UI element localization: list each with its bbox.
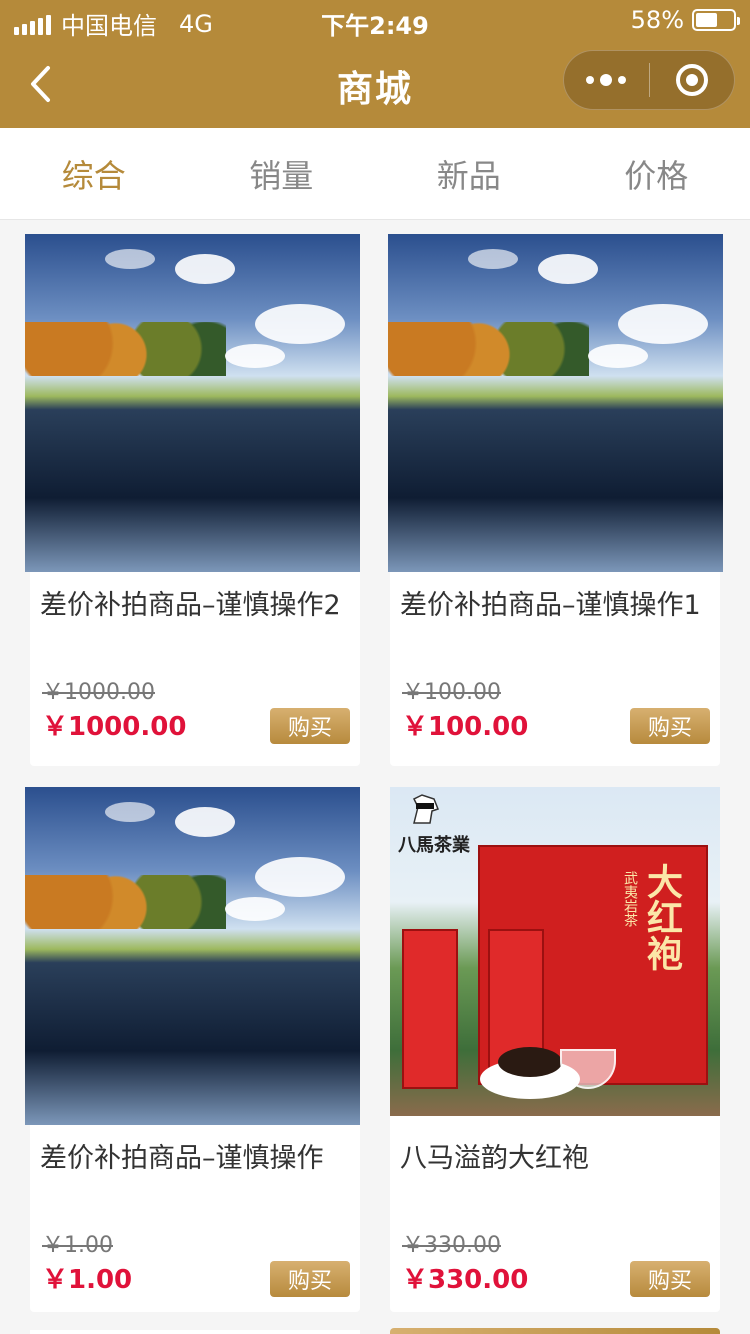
navigation-bar: 商城 <box>0 40 750 128</box>
mini-program-capsule <box>563 50 735 110</box>
original-price: ￥1000.00 <box>42 680 155 705</box>
close-mini-program-button[interactable] <box>650 51 735 109</box>
product-image[interactable] <box>25 787 360 1125</box>
sale-price: ￥1000.00 <box>42 712 187 742</box>
tab-new[interactable]: 新品 <box>375 128 563 219</box>
product-card[interactable]: 差价补拍商品–谨慎操作2 ￥1000.00 ￥1000.00 购买 <box>25 234 360 766</box>
more-dots-icon <box>586 76 595 84</box>
original-price: ￥1.00 <box>42 1233 113 1258</box>
buy-button[interactable]: 购买 <box>630 708 710 744</box>
more-button[interactable] <box>564 51 649 109</box>
sale-price: ￥100.00 <box>402 712 529 742</box>
target-icon <box>675 64 708 96</box>
box-label: 大红袍 <box>641 863 683 971</box>
product-image[interactable] <box>25 234 360 572</box>
product-title[interactable]: 差价补拍商品–谨慎操作2 <box>40 586 350 626</box>
tea-can <box>402 929 458 1089</box>
buy-button[interactable]: 购买 <box>270 708 350 744</box>
product-card[interactable]: 差价补拍商品–谨慎操作1 ￥100.00 ￥100.00 购买 <box>388 234 723 766</box>
box-subtitle: 武夷岩茶 <box>622 871 638 927</box>
battery-icon <box>692 9 740 31</box>
buy-button[interactable]: 购买 <box>630 1261 710 1297</box>
status-bar: 中国电信 4G 下午2:49 58% <box>0 0 750 40</box>
sale-price: ￥1.00 <box>42 1265 133 1295</box>
tab-sales[interactable]: 销量 <box>188 128 376 219</box>
product-image[interactable] <box>388 234 723 572</box>
battery-percent: 58% <box>630 6 684 34</box>
tab-comprehensive[interactable]: 综合 <box>0 128 188 219</box>
brand-text: 八馬茶業 <box>398 835 470 856</box>
original-price: ￥330.00 <box>402 1233 501 1258</box>
product-title[interactable]: 差价补拍商品–谨慎操作 <box>40 1139 350 1179</box>
horse-logo-icon <box>412 794 439 824</box>
original-price: ￥100.00 <box>402 680 501 705</box>
product-card[interactable]: 差价补拍商品–谨慎操作 ￥1.00 ￥1.00 购买 <box>25 787 360 1312</box>
next-card-edge <box>30 1330 360 1334</box>
product-title[interactable]: 差价补拍商品–谨慎操作1 <box>400 586 710 626</box>
product-image[interactable]: 八馬茶業 大红袍 武夷岩茶 <box>390 787 720 1116</box>
sale-price: ￥330.00 <box>402 1265 529 1295</box>
tab-price[interactable]: 价格 <box>563 128 750 219</box>
product-card[interactable]: 八馬茶業 大红袍 武夷岩茶 八马溢韵大红袍 ￥330.00 ￥330.00 购买 <box>390 787 720 1312</box>
next-card-edge <box>390 1328 720 1334</box>
sort-tabs: 综合 销量 新品 价格 <box>0 128 750 220</box>
product-title[interactable]: 八马溢韵大红袍 <box>400 1139 710 1179</box>
buy-button[interactable]: 购买 <box>270 1261 350 1297</box>
